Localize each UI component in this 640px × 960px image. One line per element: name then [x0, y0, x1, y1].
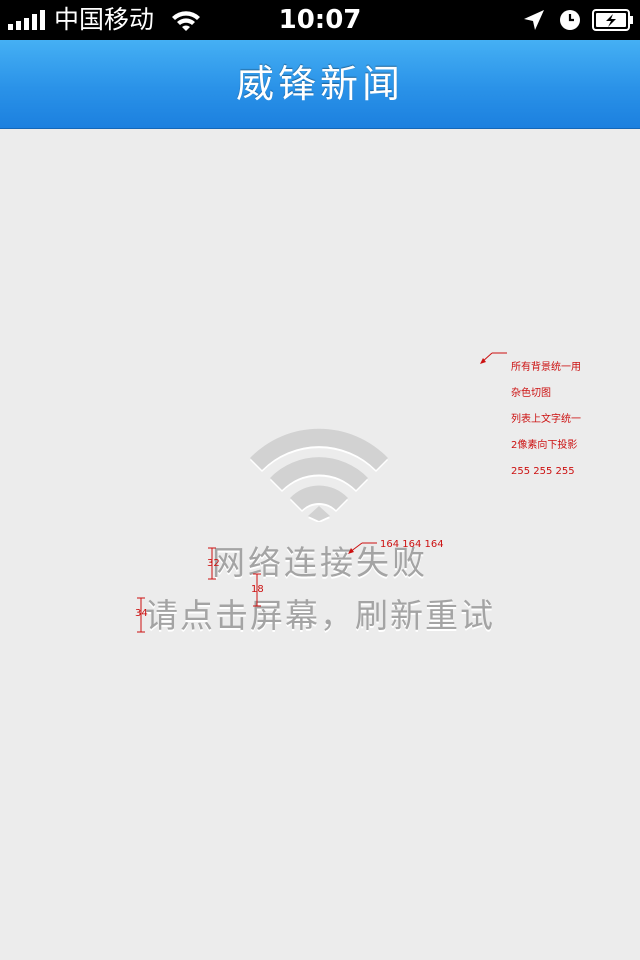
error-title: 网络连接失败 — [212, 543, 428, 582]
alarm-clock-icon — [560, 10, 580, 30]
design-note-line: 255 255 255 — [511, 466, 575, 477]
design-note: 所有背景统一用 杂色切图 列表上文字统一 2像素向下投影 255 255 255 — [511, 348, 581, 491]
refresh-hint: 请点击屏幕，刷新重试 — [145, 596, 495, 635]
dimension-label: 34 — [135, 608, 148, 619]
design-note-line: 列表上文字统一 — [511, 414, 581, 425]
status-bar: 中国移动 10:07 — [0, 0, 640, 40]
location-arrow-icon — [524, 10, 544, 30]
wifi-icon — [250, 428, 388, 521]
refresh-area[interactable]: 网络连接失败 请点击屏幕，刷新重试 所有背景统一用 杂色切图 列表上文字统一 2… — [0, 129, 640, 960]
nav-bar: 威锋新闻 — [0, 40, 640, 129]
design-note-line: 2像素向下投影 — [511, 440, 578, 451]
dimension-label: 32 — [207, 558, 220, 569]
nav-title: 威锋新闻 — [235, 62, 404, 106]
design-note-line: 所有背景统一用 — [511, 362, 581, 373]
dimension-label: 18 — [251, 584, 264, 595]
design-note-line: 杂色切图 — [511, 388, 551, 399]
battery-charging-icon — [592, 9, 633, 31]
text-color-annotation: 164 164 164 — [380, 539, 444, 550]
